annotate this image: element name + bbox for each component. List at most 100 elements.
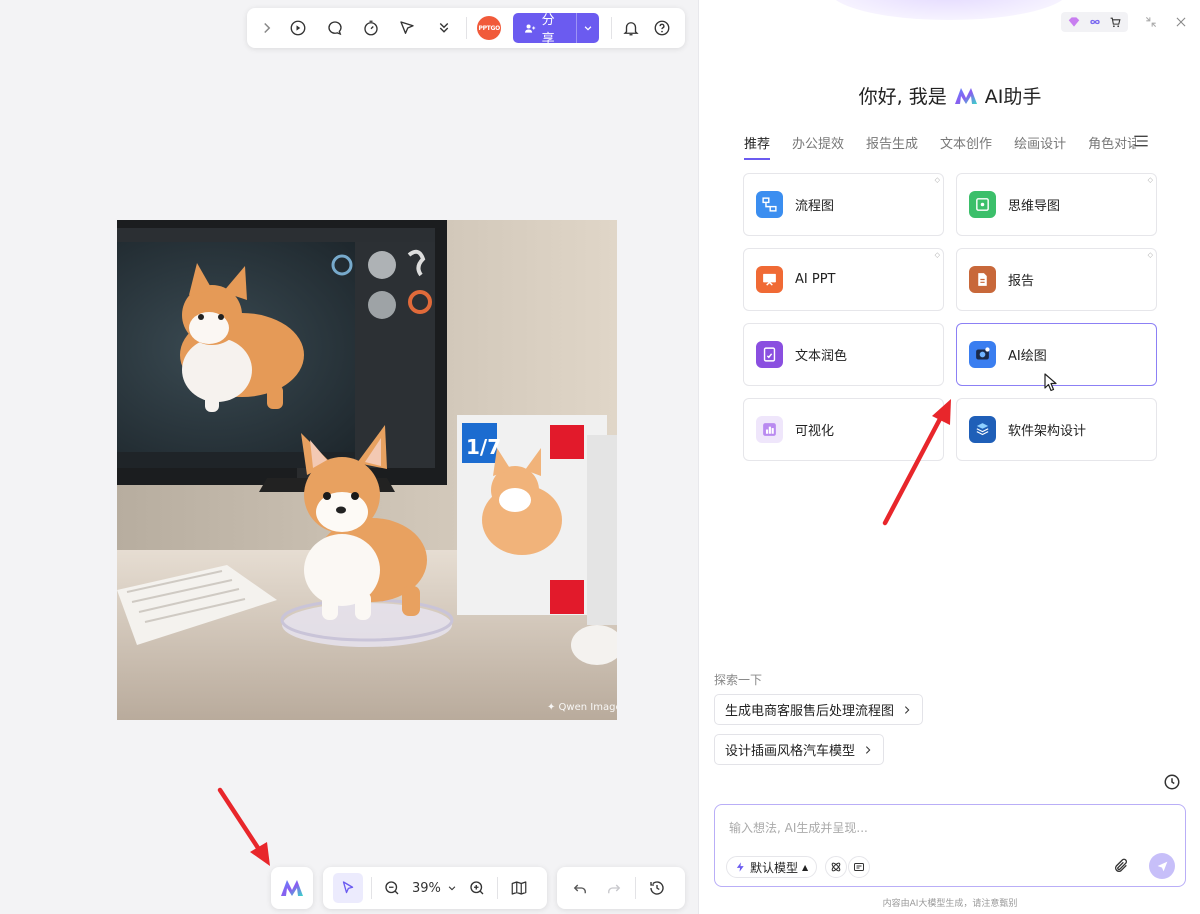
corgi-figure-illustration: 1/7 ✦ Qwen Image — [117, 220, 617, 720]
timer-button[interactable] — [353, 8, 389, 48]
zoom-level-dropdown[interactable]: 39% — [408, 881, 461, 896]
ai-logo-icon — [954, 87, 977, 104]
share-button[interactable]: 分享 — [513, 13, 599, 43]
card-ai-drawing[interactable]: AI绘图 — [956, 323, 1157, 392]
pptgo-button[interactable]: PPTGO — [471, 8, 507, 48]
play-icon — [290, 20, 306, 36]
laser-pointer-button[interactable] — [389, 8, 425, 48]
tabs-menu-icon[interactable] — [1133, 134, 1149, 148]
chevron-down-icon — [448, 886, 456, 891]
card-ai-ppt[interactable]: AI PPT ◇ — [743, 248, 944, 311]
whiteboard-canvas[interactable]: PPTGO 分享 1/7 ✦ Qwen Image 39% — [0, 0, 698, 914]
paperclip-icon[interactable] — [1113, 858, 1129, 874]
panel-window-controls — [1061, 12, 1188, 32]
vip-gem-icon — [1068, 17, 1080, 27]
flowchart-icon — [756, 191, 783, 218]
undo-icon — [573, 884, 586, 894]
zoom-level-value: 39% — [412, 880, 441, 896]
card-report[interactable]: 报告 ◇ — [956, 248, 1157, 311]
zoom-in-icon — [470, 881, 484, 895]
svg-text:1/7: 1/7 — [466, 435, 501, 459]
tab-design[interactable]: 绘画设计 — [1014, 133, 1066, 160]
select-tool-button[interactable] — [333, 873, 363, 903]
caret-up-icon: ▲ — [802, 862, 809, 872]
card-label: AI绘图 — [1008, 349, 1047, 364]
help-button[interactable] — [646, 8, 677, 48]
cursor-icon — [342, 881, 354, 894]
timer-icon — [364, 20, 378, 36]
present-button[interactable] — [280, 8, 316, 48]
card-mindmap[interactable]: 思维导图 ◇ — [956, 173, 1157, 236]
suggestion-chip[interactable]: 设计插画风格汽车模型 — [714, 734, 885, 765]
plugin-button[interactable] — [825, 856, 847, 878]
greeting-heading: 你好, 我是 AI助手 — [699, 82, 1200, 109]
card-visualization[interactable]: 可视化 — [743, 398, 944, 461]
suggestion-label: 生成电商客服售后处理流程图 — [725, 704, 895, 719]
zoom-out-icon — [385, 881, 399, 895]
tab-writing[interactable]: 文本创作 — [940, 133, 992, 160]
add-user-icon — [525, 23, 536, 33]
greeting-suffix: AI助手 — [984, 86, 1042, 108]
zoom-out-button[interactable] — [376, 868, 408, 908]
prompt-input[interactable]: 输入想法, AI生成并呈现... — [729, 819, 868, 836]
suggestion-chip[interactable]: 生成电商客服售后处理流程图 — [714, 694, 924, 725]
card-label: 可视化 — [795, 424, 835, 439]
tab-roleplay[interactable]: 角色对话 — [1088, 133, 1136, 160]
card-label: 软件架构设计 — [1008, 424, 1087, 439]
card-label: 思维导图 — [1008, 199, 1061, 214]
share-dropdown-button[interactable] — [575, 13, 599, 43]
help-icon — [654, 20, 670, 36]
zoom-in-button[interactable] — [461, 868, 493, 908]
ai-logo-icon — [281, 880, 303, 896]
minimap-button[interactable] — [502, 868, 536, 908]
header-glow — [829, 0, 1069, 20]
pin-icon[interactable]: ◇ — [1148, 176, 1153, 184]
send-button[interactable] — [1149, 853, 1175, 879]
pin-icon[interactable]: ◇ — [935, 251, 940, 259]
notifications-button[interactable] — [616, 8, 647, 48]
chevron-right-icon — [904, 705, 910, 714]
model-selector[interactable]: 默认模型 ▲ — [726, 856, 818, 878]
card-label: 文本润色 — [795, 349, 848, 364]
toolbar-divider — [466, 17, 467, 39]
map-icon — [511, 881, 527, 895]
share-label: 分享 — [541, 13, 555, 43]
toolbar-divider — [371, 877, 372, 899]
card-text-polish[interactable]: 文本润色 — [743, 323, 944, 386]
pin-icon[interactable]: ◇ — [1148, 251, 1153, 259]
pptgo-logo: PPTGO — [477, 16, 502, 40]
ai-assistant-launcher-button[interactable] — [271, 867, 313, 909]
collapse-icon[interactable] — [1144, 15, 1158, 29]
ai-assistant-panel: 你好, 我是 AI助手 推荐 办公提效 报告生成 文本创作 绘画设计 角色对话 … — [698, 0, 1200, 914]
bell-icon — [623, 22, 639, 36]
comment-button[interactable] — [316, 8, 352, 48]
ai-disclaimer: 内容由AI大模型生成，请注意甄别 — [882, 899, 1018, 909]
version-history-button[interactable] — [640, 868, 674, 908]
comment-icon — [327, 21, 342, 36]
tab-office[interactable]: 办公提效 — [792, 133, 844, 160]
top-toolbar: PPTGO 分享 — [247, 8, 685, 48]
pin-icon[interactable]: ◇ — [935, 176, 940, 184]
laser-pointer-icon — [400, 21, 415, 34]
tab-report[interactable]: 报告生成 — [866, 133, 918, 160]
toolbar-divider — [635, 877, 636, 899]
template-button[interactable] — [848, 856, 870, 878]
close-icon[interactable] — [1174, 15, 1188, 29]
expand-toolbar-button[interactable] — [255, 8, 280, 48]
canvas-image[interactable]: 1/7 ✦ Qwen Image — [117, 220, 617, 720]
prompt-input-box[interactable]: 输入想法, AI生成并呈现... 默认模型 ▲ — [714, 804, 1186, 887]
tab-recommended[interactable]: 推荐 — [744, 133, 771, 160]
membership-pill[interactable] — [1061, 12, 1128, 32]
share-main-button[interactable]: 分享 — [513, 13, 576, 43]
chat-history-icon[interactable] — [1163, 773, 1181, 791]
redo-button[interactable] — [597, 868, 631, 908]
more-tools-button[interactable] — [426, 8, 462, 48]
card-flowchart[interactable]: 流程图 ◇ — [743, 173, 944, 236]
category-tabs: 推荐 办公提效 报告生成 文本创作 绘画设计 角色对话 — [744, 133, 1136, 160]
chevron-down-icon — [584, 26, 592, 31]
chevron-right-icon — [264, 22, 271, 34]
card-architecture[interactable]: 软件架构设计 — [956, 398, 1157, 461]
card-label: 流程图 — [795, 199, 835, 214]
undo-button[interactable] — [563, 868, 597, 908]
atom-icon — [831, 862, 841, 872]
